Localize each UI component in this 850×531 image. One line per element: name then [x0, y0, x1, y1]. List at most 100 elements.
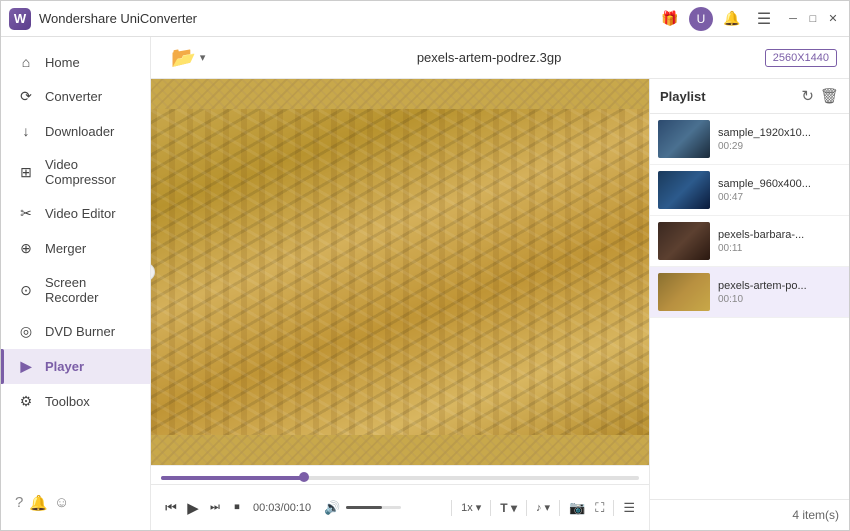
fit-screen-button[interactable]: ⛶ — [591, 498, 608, 518]
dvd-burner-icon: ◎ — [17, 323, 35, 340]
speed-button[interactable]: 1x ▾ — [457, 499, 485, 516]
volume-section: 🔊 — [321, 498, 401, 518]
progress-bar[interactable] — [161, 476, 639, 480]
playlist-item-duration-2: 00:47 — [718, 192, 841, 203]
converter-icon: ⟳ — [17, 88, 35, 105]
sidebar-item-merger[interactable]: ⊕ Merger — [1, 231, 150, 266]
sidebar-label-player: Player — [45, 359, 84, 374]
volume-icon-button[interactable]: 🔊 — [321, 498, 343, 518]
add-file-button[interactable]: 📂 ▾ — [163, 41, 213, 74]
audio-track-button[interactable]: ♪ ▾ — [532, 499, 554, 516]
sidebar-item-toolbox[interactable]: ⚙ Toolbox — [1, 384, 150, 419]
screen-recorder-icon: ⊙ — [17, 282, 35, 299]
notification-icon[interactable]: 🔔 — [29, 494, 48, 512]
playlist-title: Playlist — [660, 89, 797, 104]
playlist-item-name-4: pexels-artem-po... — [718, 280, 841, 292]
playlist-delete-icon[interactable]: 🗑 — [820, 87, 839, 105]
sidebar-item-home[interactable]: ⌂ Home — [1, 45, 150, 79]
app-logo: W — [9, 8, 31, 30]
add-file-icon: 📂 — [171, 45, 196, 70]
video-background — [151, 79, 649, 465]
home-icon: ⌂ — [17, 54, 35, 70]
player-icon: ▶ — [17, 358, 35, 375]
playlist-item-name-2: sample_960x400... — [718, 178, 841, 190]
toolbox-icon: ⚙ — [17, 393, 35, 410]
playlist-item-1[interactable]: sample_1920x10... 00:29 — [650, 114, 849, 165]
time-display: 00:03/00:10 — [253, 502, 311, 514]
sidebar-label-video-compressor: Video Compressor — [45, 157, 134, 187]
top-bar: 📂 ▾ pexels-artem-podrez.3gp 2560X1440 — [151, 37, 849, 79]
stop-button[interactable]: ⏹ — [227, 499, 247, 516]
close-button[interactable]: ✕ — [825, 11, 841, 27]
feedback-icon[interactable]: ☺ — [54, 494, 69, 512]
playlist-item-name-3: pexels-barbara-... — [718, 229, 841, 241]
help-icon[interactable]: ? — [15, 494, 23, 512]
screenshot-button[interactable]: 📷 — [565, 498, 589, 518]
sidebar-item-video-compressor[interactable]: ⊞ Video Compressor — [1, 148, 150, 196]
maximize-button[interactable]: □ — [805, 11, 821, 27]
divider-2 — [490, 500, 491, 516]
sidebar-label-home: Home — [45, 55, 80, 70]
filename-label: pexels-artem-podrez.3gp — [221, 50, 756, 65]
playlist: Playlist ↻ 🗑 sample_1920x10... 00:29 — [649, 79, 849, 530]
video-section-wrapper: ‹ ⏮ ▶ — [151, 79, 649, 530]
playlist-thumb-3 — [658, 222, 710, 260]
sidebar-item-player[interactable]: ▶ Player — [1, 349, 150, 384]
playlist-refresh-icon[interactable]: ↻ — [801, 87, 814, 105]
video-compressor-icon: ⊞ — [17, 164, 35, 181]
playlist-footer: 4 item(s) — [650, 499, 849, 530]
subtitle-button[interactable]: T ▾ — [496, 499, 521, 517]
resolution-badge: 2560X1440 — [765, 49, 837, 67]
progress-fill — [161, 476, 304, 480]
playlist-item-2[interactable]: sample_960x400... 00:47 — [650, 165, 849, 216]
main-layout: ⌂ Home ⟳ Converter ↓ Downloader ⊞ Video … — [1, 37, 849, 530]
sidebar-label-downloader: Downloader — [45, 124, 114, 139]
user-avatar[interactable]: U — [689, 7, 713, 31]
playlist-item-info-3: pexels-barbara-... 00:11 — [718, 229, 841, 254]
playlist-item-name-1: sample_1920x10... — [718, 127, 841, 139]
sidebar-item-converter[interactable]: ⟳ Converter — [1, 79, 150, 114]
playlist-item-4[interactable]: pexels-artem-po... 00:10 — [650, 267, 849, 318]
sidebar-item-video-editor[interactable]: ✂ Video Editor — [1, 196, 150, 231]
window-controls: ─ □ ✕ — [785, 11, 841, 27]
merger-icon: ⊕ — [17, 240, 35, 257]
playlist-header: Playlist ↻ 🗑 — [650, 79, 849, 114]
video-editor-icon: ✂ — [17, 205, 35, 222]
sidebar: ⌂ Home ⟳ Converter ↓ Downloader ⊞ Video … — [1, 37, 151, 530]
divider-1 — [451, 500, 452, 516]
menu-icon[interactable]: ☰ — [751, 6, 777, 32]
gift-icon[interactable]: 🎁 — [657, 6, 683, 32]
time-total: 00:10 — [284, 502, 312, 514]
title-bar-icons: 🎁 U 🔔 ☰ — [657, 6, 777, 32]
playlist-item-duration-4: 00:10 — [718, 294, 841, 305]
sidebar-label-toolbox: Toolbox — [45, 394, 90, 409]
playlist-header-icons: ↻ 🗑 — [801, 87, 839, 105]
divider-4 — [559, 500, 560, 516]
bell-icon[interactable]: 🔔 — [719, 6, 745, 32]
downloader-icon: ↓ — [17, 123, 35, 139]
playlist-item-count: 4 item(s) — [792, 508, 839, 522]
time-current: 00:03 — [253, 502, 281, 514]
next-frame-button[interactable]: ⏭ — [205, 499, 225, 516]
sidebar-item-screen-recorder[interactable]: ⊙ Screen Recorder — [1, 266, 150, 314]
divider-3 — [526, 500, 527, 516]
sidebar-label-video-editor: Video Editor — [45, 206, 116, 221]
sidebar-item-downloader[interactable]: ↓ Downloader — [1, 114, 150, 148]
minimize-button[interactable]: ─ — [785, 11, 801, 27]
sidebar-label-converter: Converter — [45, 89, 102, 104]
sidebar-label-dvd-burner: DVD Burner — [45, 324, 115, 339]
app-logo-text: W — [14, 11, 26, 26]
video-container: ‹ — [151, 79, 649, 465]
controls-right: 1x ▾ T ▾ ♪ ▾ 📷 ⛶ ☰ — [448, 498, 639, 518]
volume-fill — [346, 506, 382, 509]
sidebar-item-dvd-burner[interactable]: ◎ DVD Burner — [1, 314, 150, 349]
sidebar-footer: ? 🔔 ☺ — [1, 484, 150, 522]
playlist-item-3[interactable]: pexels-barbara-... 00:11 — [650, 216, 849, 267]
playlist-item-info-4: pexels-artem-po... 00:10 — [718, 280, 841, 305]
playlist-toggle-button[interactable]: ☰ — [619, 498, 639, 518]
prev-button[interactable]: ⏮ — [161, 498, 181, 518]
play-button[interactable]: ▶ — [183, 497, 203, 519]
app-title: Wondershare UniConverter — [39, 11, 657, 26]
volume-bar[interactable] — [346, 506, 401, 509]
dropdown-arrow: ▾ — [200, 51, 206, 64]
